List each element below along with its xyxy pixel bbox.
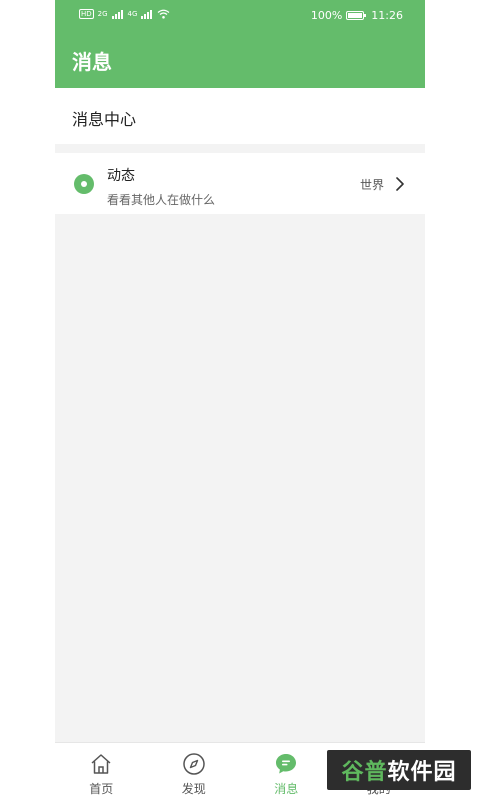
nav-label-discover: 发现	[181, 782, 206, 796]
list-item-right-text: 世界	[359, 178, 384, 192]
hd-indicator: HD	[79, 9, 94, 19]
list-item-dynamics[interactable]: 动态 看看其他人在做什么 世界	[55, 153, 425, 214]
section-title: 消息中心	[72, 110, 137, 129]
signal-label-2: 4G	[127, 10, 138, 18]
watermark-part-2: 软件园	[387, 760, 457, 785]
radio-dot-icon	[74, 174, 94, 194]
signal-icon	[141, 9, 153, 19]
status-right: 100% 11:26	[311, 9, 403, 22]
battery-icon	[346, 11, 367, 20]
app-screen: HD 2G 4G 100% 11:26 消息 消息中心 动态 看看其他人在做什么…	[55, 0, 425, 800]
nav-label-home: 首页	[89, 782, 114, 796]
nav-item-discover[interactable]: 发现	[148, 743, 241, 800]
status-bar: HD 2G 4G 100% 11:26	[55, 0, 425, 32]
list-item-subtitle: 看看其他人在做什么	[107, 193, 216, 207]
nav-item-home[interactable]: 首页	[55, 743, 148, 800]
status-left: HD 2G 4G	[79, 9, 170, 19]
chevron-right-icon	[396, 177, 404, 191]
app-bar: 消息	[55, 32, 425, 88]
home-icon	[91, 754, 111, 774]
section-header: 消息中心	[55, 88, 425, 144]
battery-percent: 100%	[310, 9, 343, 22]
clock: 11:26	[371, 9, 403, 22]
watermark-part-1: 谷普	[341, 760, 388, 785]
signal-icon	[111, 9, 123, 19]
signal-label-1: 2G	[97, 10, 108, 18]
wifi-icon	[158, 9, 170, 19]
nav-item-messages[interactable]: 消息	[240, 743, 333, 800]
compass-icon	[183, 753, 205, 775]
list-item-title: 动态	[107, 168, 135, 184]
nav-label-messages: 消息	[274, 782, 299, 796]
page-title: 消息	[72, 50, 112, 74]
watermark-logo: 谷普 软件园	[327, 750, 471, 790]
message-icon	[276, 754, 297, 774]
